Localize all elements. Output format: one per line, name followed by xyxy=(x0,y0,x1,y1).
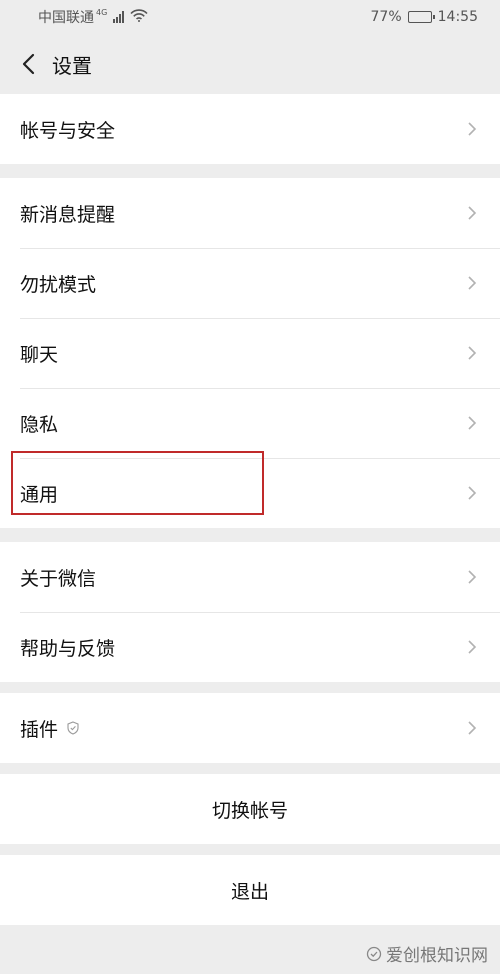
chevron-right-icon xyxy=(466,203,478,223)
settings-item-plugins[interactable]: 插件 xyxy=(0,693,500,763)
settings-item-chat[interactable]: 聊天 xyxy=(0,318,500,388)
status-bar: 中国联通 4G 77% 14:55 xyxy=(0,0,500,34)
settings-group-about: 关于微信 帮助与反馈 xyxy=(0,542,500,682)
settings-item-about-wechat[interactable]: 关于微信 xyxy=(0,542,500,612)
watermark-text: 爱创根知识网 xyxy=(386,946,488,966)
settings-item-label: 插件 xyxy=(20,718,59,741)
settings-item-label: 勿扰模式 xyxy=(20,273,97,296)
settings-group-main: 新消息提醒 勿扰模式 聊天 隐私 通用 xyxy=(0,178,500,528)
chevron-right-icon xyxy=(466,119,478,139)
chevron-right-icon xyxy=(466,413,478,433)
settings-group-account: 帐号与安全 xyxy=(0,94,500,164)
status-right: 77% 14:55 xyxy=(371,9,478,25)
page-title: 设置 xyxy=(52,53,92,78)
back-button[interactable] xyxy=(14,44,42,84)
chevron-right-icon xyxy=(466,567,478,587)
settings-item-label: 帮助与反馈 xyxy=(20,637,116,660)
settings-item-label: 帐号与安全 xyxy=(20,119,116,142)
watermark-logo-icon xyxy=(366,946,382,962)
nav-bar: 设置 xyxy=(0,34,500,94)
clock: 14:55 xyxy=(437,9,478,25)
settings-item-label: 新消息提醒 xyxy=(20,203,116,226)
settings-item-notifications[interactable]: 新消息提醒 xyxy=(0,178,500,248)
battery-icon xyxy=(407,11,435,23)
settings-item-label: 关于微信 xyxy=(20,567,97,590)
network-type: 4G xyxy=(96,7,108,17)
settings-item-help-feedback[interactable]: 帮助与反馈 xyxy=(0,612,500,682)
settings-item-general[interactable]: 通用 xyxy=(0,458,500,528)
chevron-right-icon xyxy=(466,343,478,363)
watermark: 爱创根知识网 xyxy=(366,941,488,966)
chevron-right-icon xyxy=(466,718,478,738)
chevron-right-icon xyxy=(466,273,478,293)
settings-item-do-not-disturb[interactable]: 勿扰模式 xyxy=(0,248,500,318)
settings-item-label: 聊天 xyxy=(20,343,59,366)
settings-group-plugins: 插件 xyxy=(0,693,500,763)
wifi-icon xyxy=(130,8,148,26)
status-left: 中国联通 4G xyxy=(38,7,148,27)
settings-item-account-security[interactable]: 帐号与安全 xyxy=(0,94,500,164)
settings-item-label: 隐私 xyxy=(20,413,59,436)
plugin-shield-icon xyxy=(66,721,80,735)
switch-account-button[interactable]: 切换帐号 xyxy=(0,774,500,844)
battery-percent: 77% xyxy=(370,9,402,25)
chevron-right-icon xyxy=(466,637,478,657)
chevron-right-icon xyxy=(466,483,478,503)
logout-button[interactable]: 退出 xyxy=(0,855,500,925)
settings-item-privacy[interactable]: 隐私 xyxy=(0,388,500,458)
carrier-name: 中国联通 xyxy=(38,10,94,26)
signal-icon xyxy=(113,11,125,23)
back-arrow-icon xyxy=(22,53,35,75)
settings-item-label: 通用 xyxy=(20,483,59,506)
